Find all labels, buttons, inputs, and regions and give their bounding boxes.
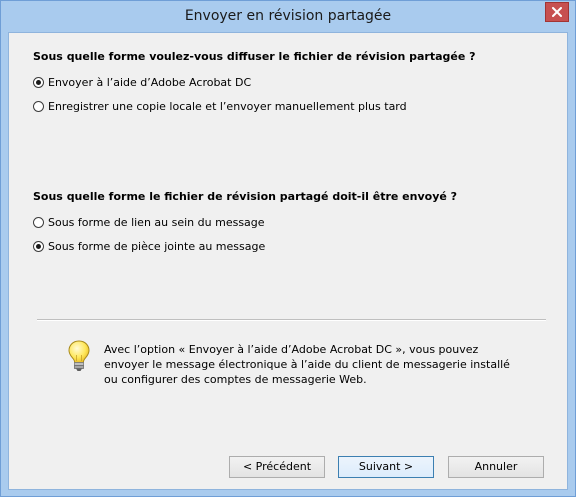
radio-save-local-copy[interactable]: Enregistrer une copie locale et l’envoye… <box>33 98 407 114</box>
radio-send-acrobat[interactable]: Envoyer à l’aide d’Adobe Acrobat DC <box>33 74 251 90</box>
distribution-question: Sous quelle forme voulez-vous diffuser l… <box>33 50 476 63</box>
radio-label: Sous forme de pièce jointe au message <box>48 239 266 253</box>
previous-button[interactable]: < Précédent <box>229 456 325 478</box>
cancel-button[interactable]: Annuler <box>448 456 544 478</box>
radio-label: Enregistrer une copie locale et l’envoye… <box>48 99 407 113</box>
separator <box>37 319 546 321</box>
info-text: Avec l’option « Envoyer à l’aide d’Adobe… <box>104 343 510 386</box>
next-button[interactable]: Suivant > <box>338 456 434 478</box>
dialog-window: Envoyer en révision partagée Sous quelle… <box>0 0 576 497</box>
radio-button[interactable] <box>33 76 44 88</box>
radio-button[interactable] <box>33 100 44 112</box>
radio-button[interactable] <box>33 240 44 252</box>
title-bar[interactable]: Envoyer en révision partagée <box>1 1 575 31</box>
lightbulb-icon <box>68 340 90 371</box>
radio-button[interactable] <box>33 216 44 228</box>
dialog-content: Sous quelle forme voulez-vous diffuser l… <box>8 32 568 490</box>
delivery-question: Sous quelle forme le fichier de révision… <box>33 190 458 203</box>
window-title: Envoyer en révision partagée <box>184 8 392 24</box>
close-button[interactable] <box>545 2 569 22</box>
radio-send-as-attachment[interactable]: Sous forme de pièce jointe au message <box>33 238 265 254</box>
radio-label: Envoyer à l’aide d’Adobe Acrobat DC <box>48 75 252 89</box>
radio-send-as-link[interactable]: Sous forme de lien au sein du message <box>33 214 265 230</box>
radio-label: Sous forme de lien au sein du message <box>48 215 265 229</box>
close-icon <box>552 7 562 17</box>
